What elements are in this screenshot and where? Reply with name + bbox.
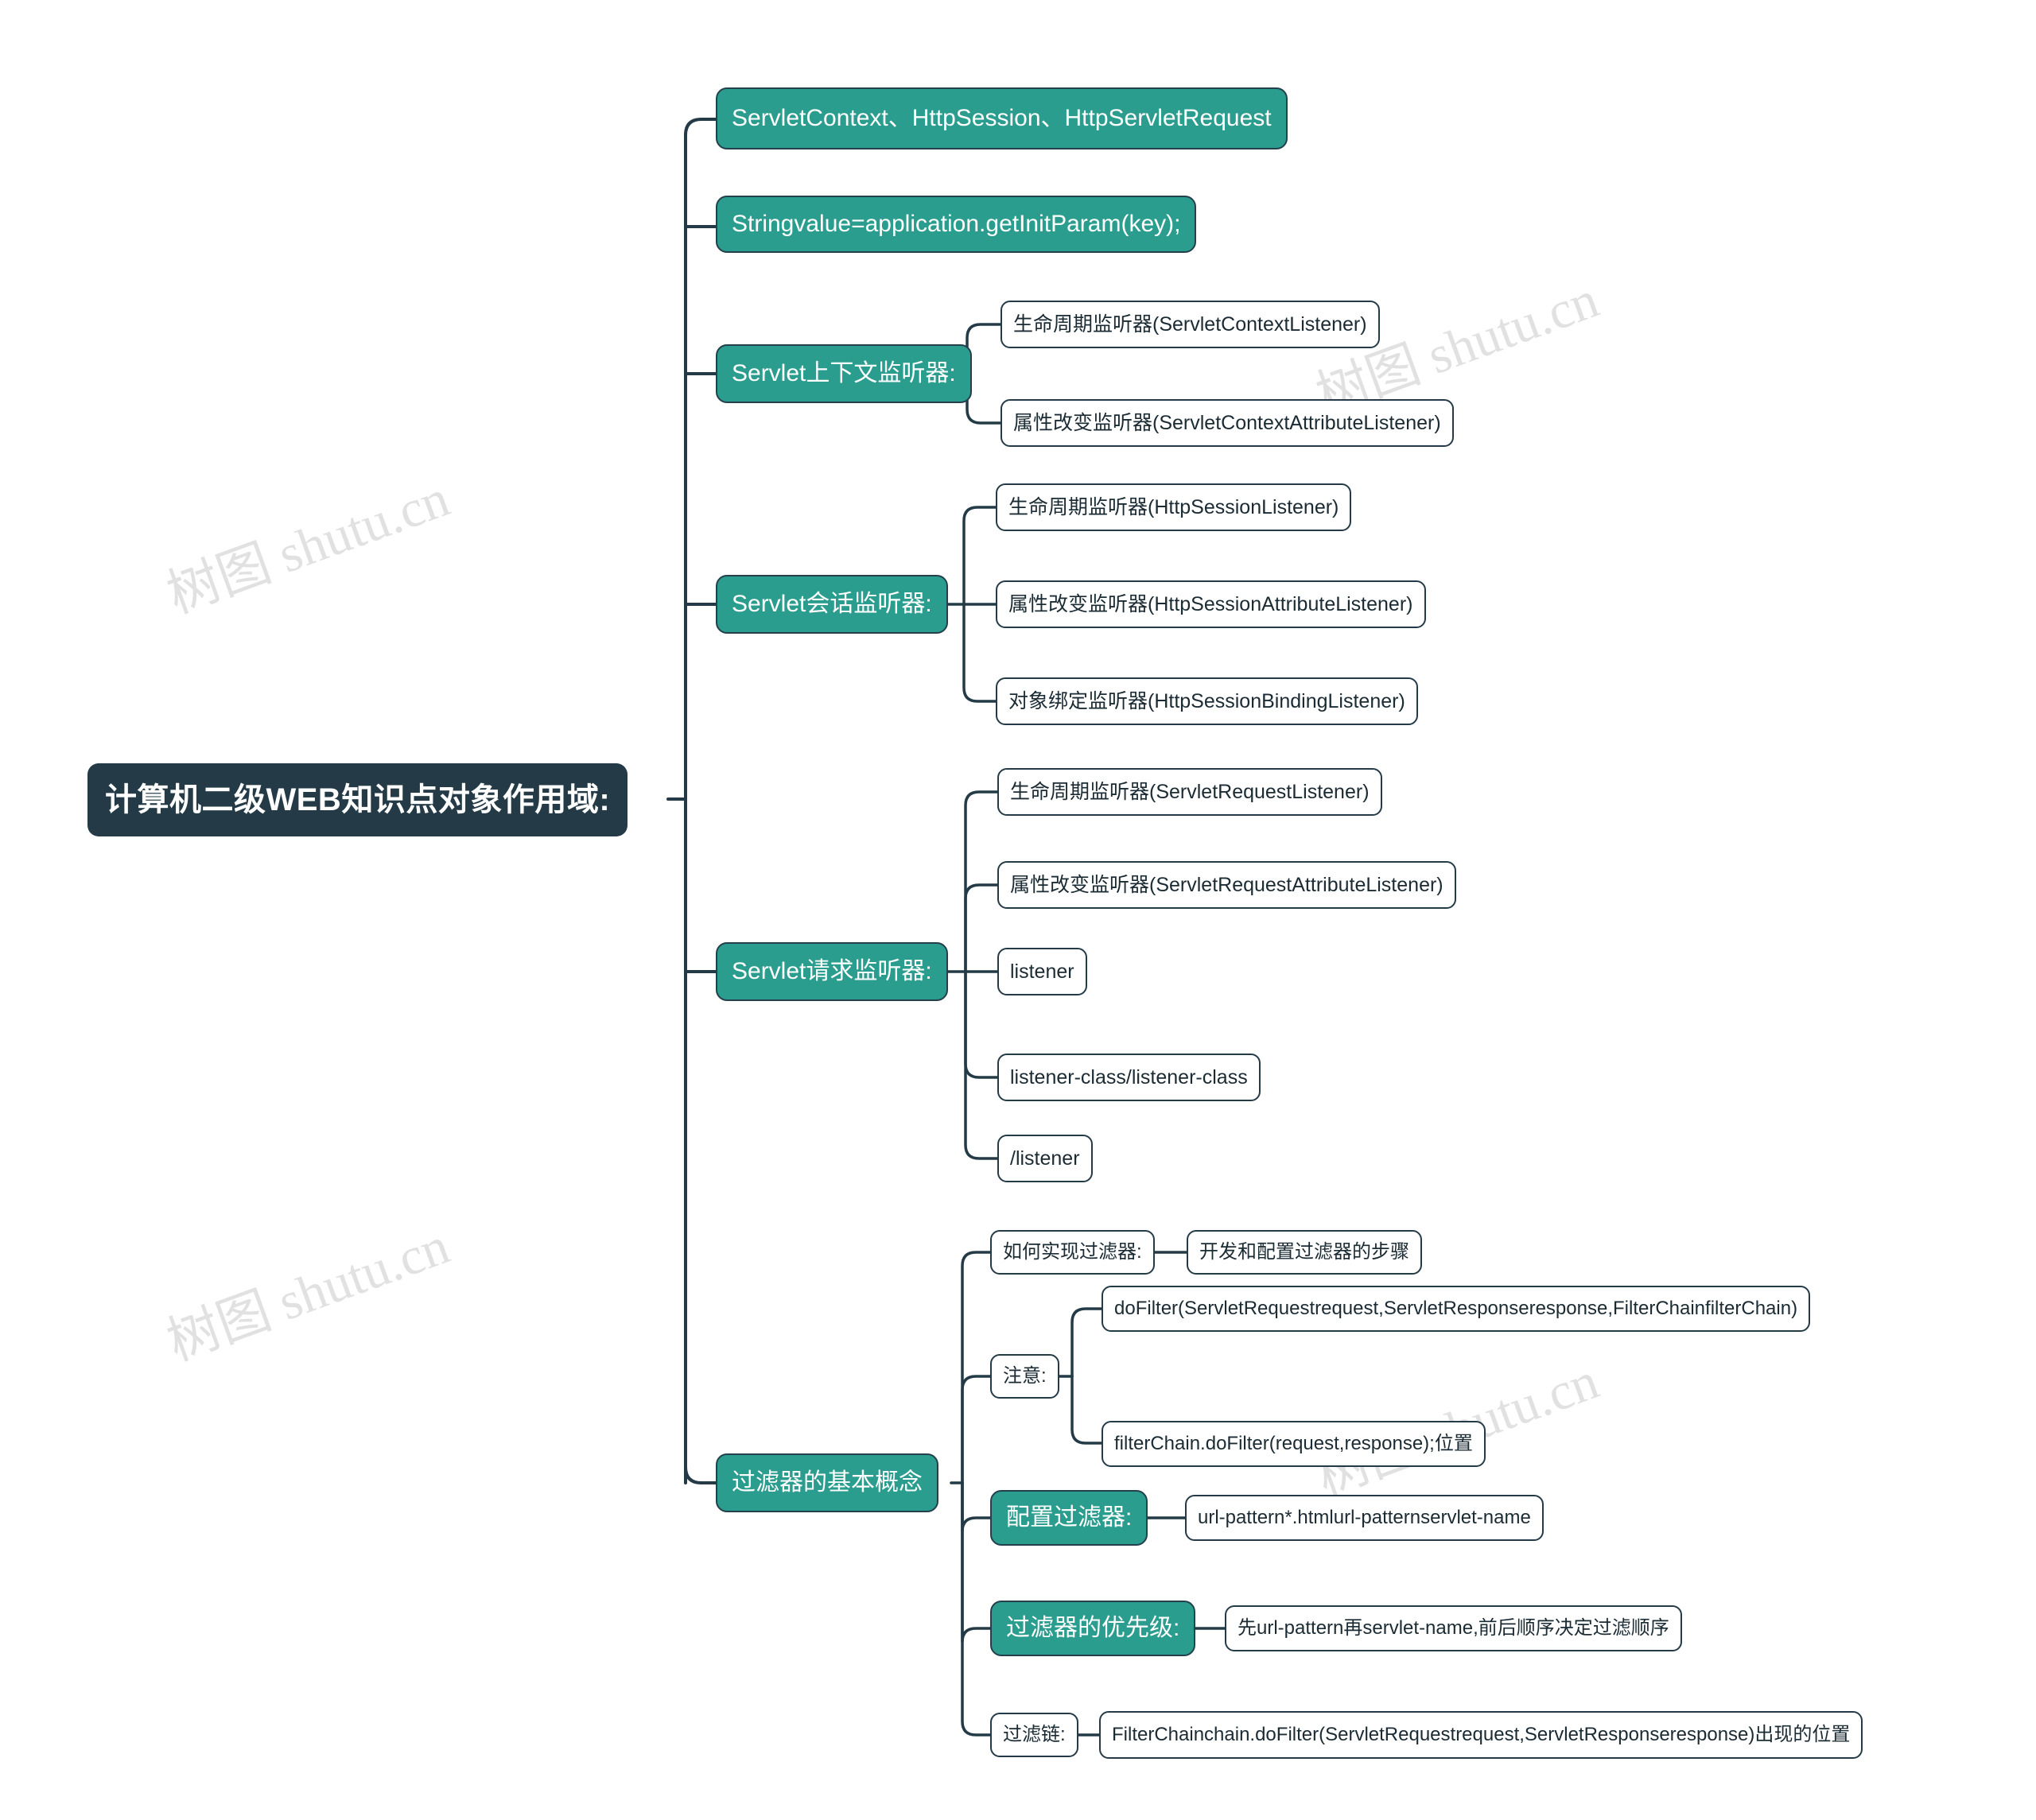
node-servlet-scopes[interactable]: ServletContext、HttpSession、HttpServletRe… <box>716 87 1288 149</box>
node-session-binding-listener[interactable]: 对象绑定监听器(HttpSessionBindingListener) <box>996 677 1418 725</box>
node-filter-basics[interactable]: 过滤器的基本概念 <box>716 1453 938 1512</box>
mindmap-canvas: 树图 shutu.cn 树图 shutu.cn 树图 shutu.cn 树图 s… <box>0 0 2036 1820</box>
watermark: 树图 shutu.cn <box>160 1217 457 1372</box>
node-filter-notes[interactable]: 注意: <box>990 1354 1059 1399</box>
node-context-lifecycle-listener[interactable]: 生命周期监听器(ServletContextListener) <box>1001 301 1380 348</box>
root-node[interactable]: 计算机二级WEB知识点对象作用域: <box>87 763 628 836</box>
node-servlet-session-listener-group[interactable]: Servlet会话监听器: <box>716 575 948 634</box>
node-servlet-context-listener-group[interactable]: Servlet上下文监听器: <box>716 344 972 403</box>
node-request-attribute-listener[interactable]: 属性改变监听器(ServletRequestAttributeListener) <box>997 861 1456 909</box>
node-how-to-implement-filter[interactable]: 如何实现过滤器: <box>990 1230 1155 1275</box>
node-listener-class-tag[interactable]: listener-class/listener-class <box>997 1054 1261 1101</box>
watermark: 树图 shutu.cn <box>160 469 457 625</box>
node-configure-filter[interactable]: 配置过滤器: <box>990 1490 1148 1546</box>
watermark-layer: 树图 shutu.cn 树图 shutu.cn 树图 shutu.cn 树图 s… <box>0 0 2036 1820</box>
node-filter-chain[interactable]: 过滤链: <box>990 1713 1078 1757</box>
connector-lines <box>666 118 1226 1737</box>
node-filter-dev-steps[interactable]: 开发和配置过滤器的步骤 <box>1187 1230 1422 1275</box>
node-listener-close-tag[interactable]: /listener <box>997 1135 1093 1182</box>
node-session-attribute-listener[interactable]: 属性改变监听器(HttpSessionAttributeListener) <box>996 580 1426 628</box>
node-context-attribute-listener[interactable]: 属性改变监听器(ServletContextAttributeListener) <box>1001 399 1454 447</box>
node-servlet-request-listener-group[interactable]: Servlet请求监听器: <box>716 942 948 1001</box>
node-filter-chain-dofilter-position[interactable]: FilterChainchain.doFilter(ServletRequest… <box>1099 1711 1863 1759</box>
node-request-lifecycle-listener[interactable]: 生命周期监听器(ServletRequestListener) <box>997 768 1382 816</box>
node-filter-priority-rule[interactable]: 先url-pattern再servlet-name,前后顺序决定过滤顺序 <box>1225 1605 1682 1651</box>
node-dofilter-signature[interactable]: doFilter(ServletRequestrequest,ServletRe… <box>1102 1286 1811 1332</box>
node-url-pattern-config[interactable]: url-pattern*.htmlurl-patternservlet-name <box>1185 1495 1544 1541</box>
node-filterchain-dofilter-position[interactable]: filterChain.doFilter(request,response);位… <box>1102 1421 1486 1467</box>
node-listener-tag[interactable]: listener <box>997 948 1087 995</box>
node-session-lifecycle-listener[interactable]: 生命周期监听器(HttpSessionListener) <box>996 483 1352 531</box>
node-get-init-param[interactable]: Stringvalue=application.getInitParam(key… <box>716 196 1197 253</box>
node-filter-priority[interactable]: 过滤器的优先级: <box>990 1601 1196 1656</box>
